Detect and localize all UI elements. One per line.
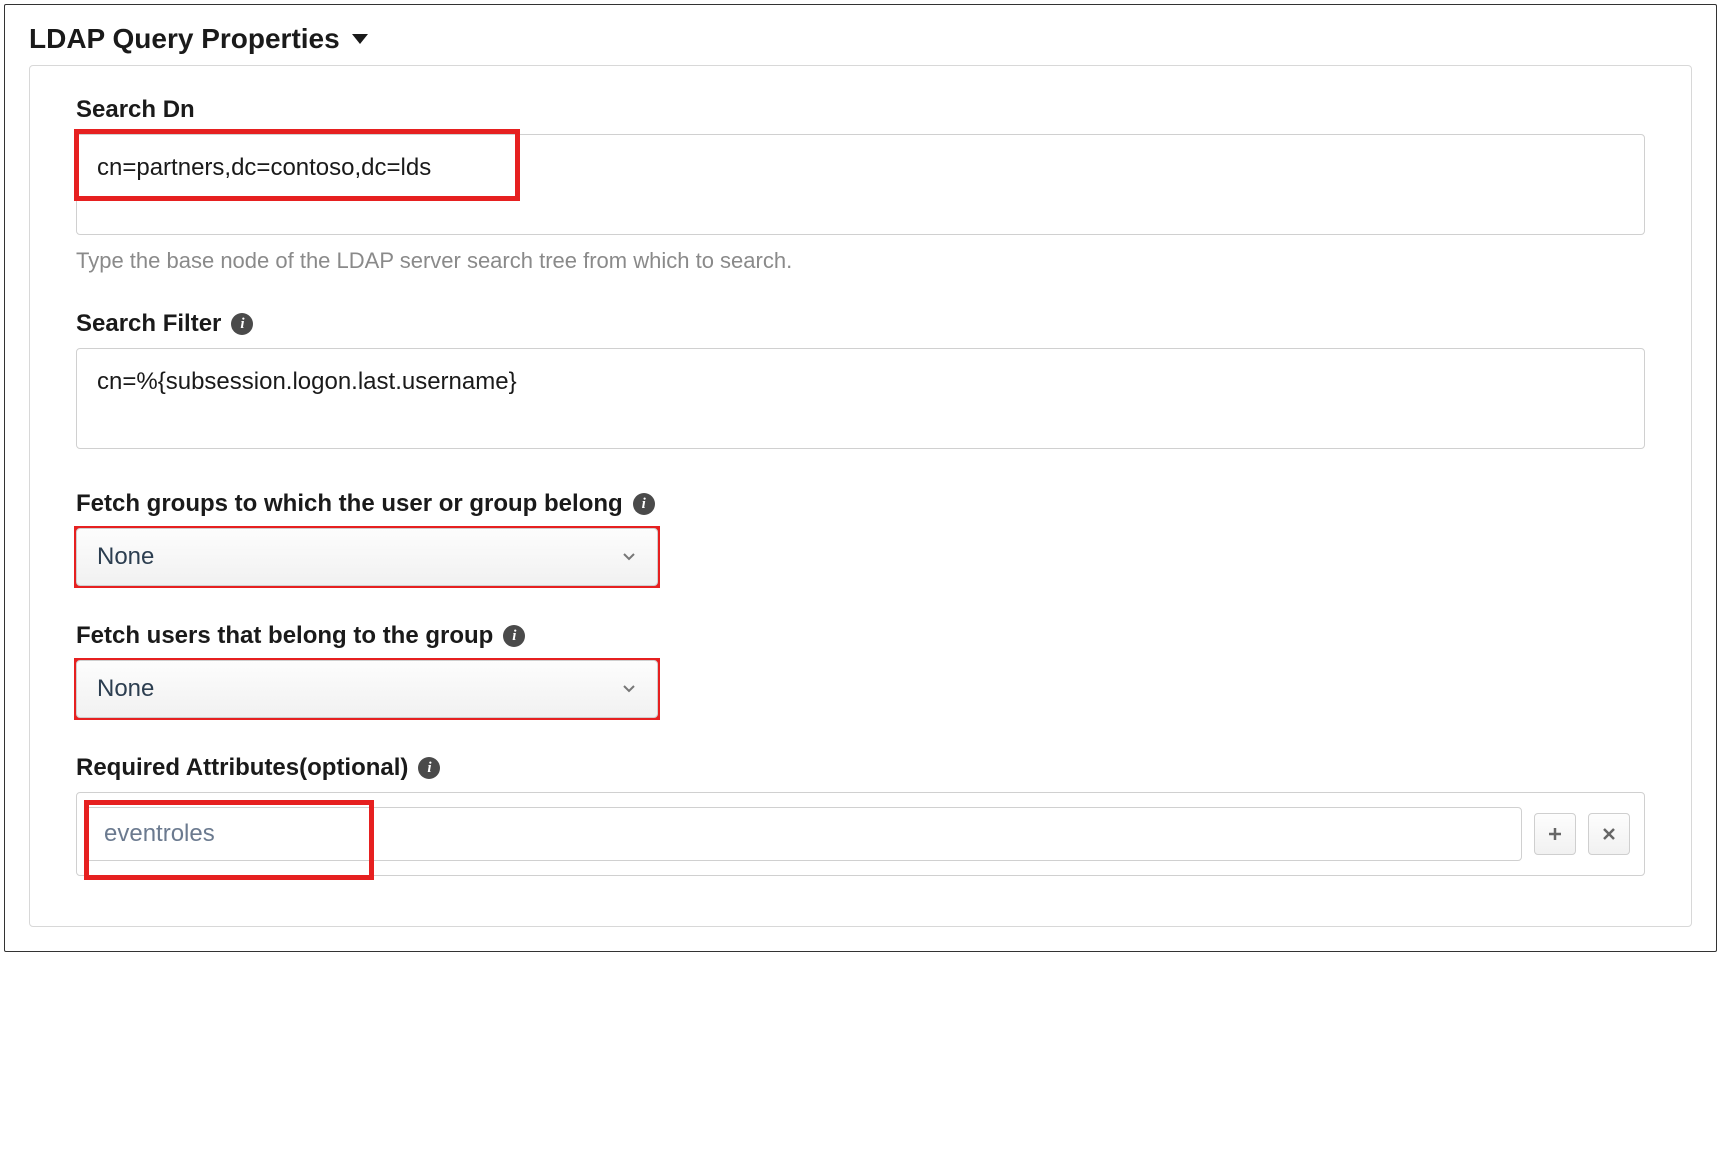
fetch-users-label: Fetch users that belong to the group i	[76, 622, 1645, 650]
fetch-groups-select[interactable]: None	[76, 528, 658, 586]
search-filter-group: Search Filter i	[76, 310, 1645, 454]
search-filter-input[interactable]	[76, 348, 1645, 449]
required-attributes-group: Required Attributes(optional) i	[76, 754, 1645, 876]
remove-attribute-button[interactable]	[1588, 813, 1630, 855]
fetch-groups-group: Fetch groups to which the user or group …	[76, 490, 1645, 586]
info-icon[interactable]: i	[231, 313, 253, 335]
info-icon[interactable]: i	[418, 757, 440, 779]
collapse-caret-icon	[352, 34, 368, 44]
chevron-down-icon	[621, 675, 637, 703]
required-attribute-row	[76, 792, 1645, 876]
search-filter-label: Search Filter i	[76, 310, 1645, 338]
required-attributes-label: Required Attributes(optional) i	[76, 754, 1645, 782]
required-attribute-input[interactable]	[85, 807, 1522, 861]
info-icon[interactable]: i	[503, 625, 525, 647]
close-icon	[1600, 825, 1618, 843]
info-icon[interactable]: i	[633, 493, 655, 515]
required-attributes-label-text: Required Attributes(optional)	[76, 754, 408, 782]
fetch-groups-label: Fetch groups to which the user or group …	[76, 490, 1645, 518]
panel-title: LDAP Query Properties	[29, 23, 340, 55]
panel-header[interactable]: LDAP Query Properties	[5, 5, 1716, 65]
fetch-users-value: None	[97, 675, 154, 703]
fetch-groups-value: None	[97, 543, 154, 571]
chevron-down-icon	[621, 543, 637, 571]
fetch-users-group: Fetch users that belong to the group i N…	[76, 622, 1645, 718]
search-dn-group: Search Dn Type the base node of the LDAP…	[76, 96, 1645, 274]
panel-body: Search Dn Type the base node of the LDAP…	[29, 65, 1692, 927]
search-dn-label: Search Dn	[76, 96, 1645, 124]
search-dn-help: Type the base node of the LDAP server se…	[76, 248, 1645, 274]
fetch-groups-label-text: Fetch groups to which the user or group …	[76, 490, 623, 518]
fetch-users-label-text: Fetch users that belong to the group	[76, 622, 493, 650]
add-attribute-button[interactable]	[1534, 813, 1576, 855]
search-dn-input[interactable]	[76, 134, 1645, 235]
search-filter-label-text: Search Filter	[76, 310, 221, 338]
plus-icon	[1546, 825, 1564, 843]
fetch-users-select[interactable]: None	[76, 660, 658, 718]
ldap-query-properties-panel: LDAP Query Properties Search Dn Type the…	[4, 4, 1717, 952]
